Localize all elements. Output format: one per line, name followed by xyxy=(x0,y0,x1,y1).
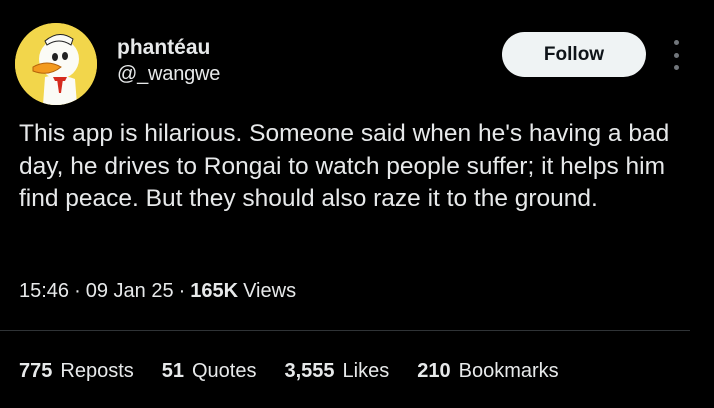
likes-count: 3,555 xyxy=(284,360,335,382)
tweet-time[interactable]: 15:46 xyxy=(19,280,69,303)
more-dot xyxy=(673,40,679,45)
cartoon-duck-avatar-icon xyxy=(15,23,97,105)
display-name[interactable]: phantéau xyxy=(117,36,210,60)
quotes-count: 51 xyxy=(161,360,184,382)
more-dot xyxy=(673,65,679,70)
divider xyxy=(0,330,690,331)
engagement-stats: 775 Reposts 51 Quotes 3,555 Likes 210 Bo… xyxy=(19,360,559,383)
tweet-date[interactable]: 09 Jan 25 xyxy=(86,280,174,303)
tweet-text: This app is hilarious. Someone said when… xyxy=(19,120,670,212)
views-count: 165K xyxy=(190,280,239,302)
bookmarks-stat[interactable]: 210 Bookmarks xyxy=(417,360,558,383)
tweet-meta: 15:46 · 09 Jan 25 · 165K Views xyxy=(19,280,296,303)
more-vertical-icon[interactable] xyxy=(668,40,684,70)
bookmarks-count: 210 xyxy=(417,360,451,382)
meta-separator: · xyxy=(74,280,81,302)
likes-label: Likes xyxy=(342,360,390,382)
avatar[interactable] xyxy=(15,23,97,105)
reposts-count: 775 xyxy=(19,360,53,382)
user-handle[interactable]: @_wangwe xyxy=(117,63,220,86)
reposts-label: Reposts xyxy=(60,360,134,382)
quotes-label: Quotes xyxy=(192,360,257,382)
more-dot xyxy=(673,52,679,58)
follow-button[interactable]: Follow xyxy=(502,32,646,77)
views-label: Views xyxy=(243,280,297,302)
bookmarks-label: Bookmarks xyxy=(458,360,559,382)
reposts-stat[interactable]: 775 Reposts xyxy=(19,360,134,383)
meta-separator: · xyxy=(178,280,186,302)
quotes-stat[interactable]: 51 Quotes xyxy=(162,360,257,383)
likes-stat[interactable]: 3,555 Likes xyxy=(284,360,389,383)
